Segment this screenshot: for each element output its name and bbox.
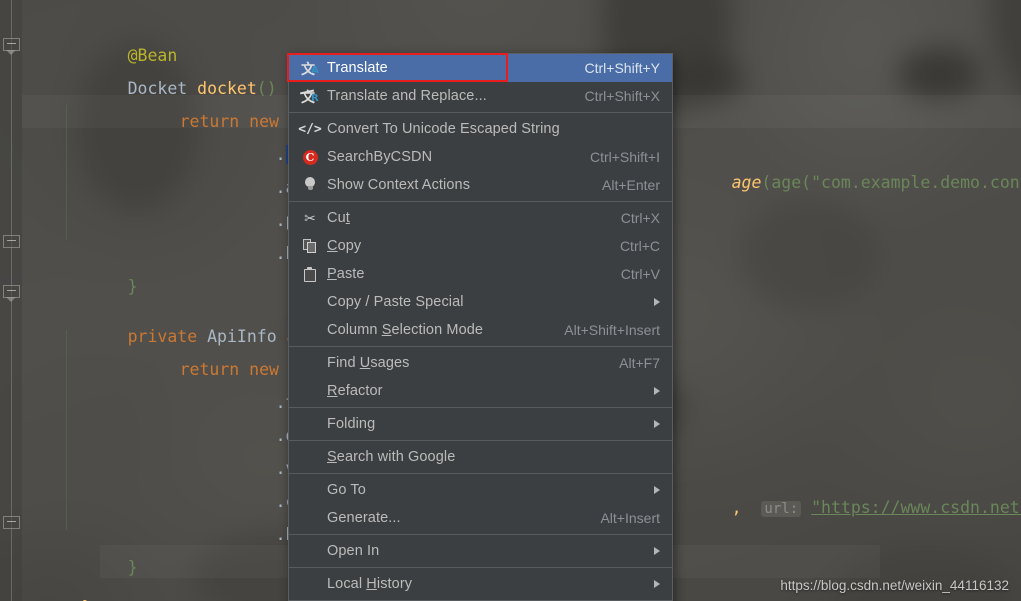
chevron-right-icon xyxy=(654,420,660,428)
menu-item-no-icon xyxy=(299,542,321,560)
menu-item-label: Generate... xyxy=(327,510,401,526)
fold-marker-collapse-2[interactable] xyxy=(3,285,20,302)
menu-item-label: Convert To Unicode Escaped String xyxy=(327,121,560,137)
menu-item-label: Search with Google xyxy=(327,449,456,465)
menu-item-find-usages[interactable]: Find Usages Alt+F7 xyxy=(289,349,672,377)
parameter-hint-url: url: xyxy=(761,501,802,517)
menu-item-shortcut: Ctrl+X xyxy=(620,210,660,226)
paste-icon xyxy=(299,265,321,283)
menu-item-translate[interactable]: 文 A Translate Ctrl+Shift+Y xyxy=(289,54,672,82)
code-url-fragment: , url: "https://www.csdn.net", xyxy=(732,498,1021,517)
menu-item-label: Refactor xyxy=(327,383,383,399)
menu-separator xyxy=(289,407,672,408)
menu-item-shortcut: Alt+Shift+Insert xyxy=(564,322,660,338)
menu-item-label: Column Selection Mode xyxy=(327,322,484,338)
menu-item-no-icon xyxy=(299,321,321,339)
menu-item-search-with-google[interactable]: Search with Google xyxy=(289,443,672,471)
menu-item-label: Find Usages xyxy=(327,355,410,371)
menu-item-shortcut: Alt+F7 xyxy=(619,355,660,371)
code-url-string: "https://www.csdn.net" xyxy=(811,498,1021,517)
menu-separator xyxy=(289,201,672,202)
menu-item-no-icon xyxy=(299,575,321,593)
menu-item-show-context-actions[interactable]: Show Context Actions Alt+Enter xyxy=(289,171,672,199)
chevron-right-icon xyxy=(654,547,660,555)
menu-item-local-history[interactable]: Local History xyxy=(289,570,672,598)
chevron-right-icon xyxy=(654,387,660,395)
menu-item-label: Copy / Paste Special xyxy=(327,294,464,310)
lightbulb-icon xyxy=(299,176,321,194)
menu-item-copy[interactable]: Copy Ctrl+C xyxy=(289,232,672,260)
menu-item-no-icon xyxy=(299,293,321,311)
menu-item-label: Copy xyxy=(327,238,362,254)
editor-context-menu[interactable]: 文 A Translate Ctrl+Shift+Y 文 R Translate and R… xyxy=(288,53,673,601)
menu-item-label: SearchByCSDN xyxy=(327,149,433,165)
menu-item-go-to[interactable]: Go To xyxy=(289,476,672,504)
translate-replace-icon: 文R xyxy=(299,89,319,106)
chevron-right-icon xyxy=(654,580,660,588)
menu-separator xyxy=(289,346,672,347)
menu-separator xyxy=(289,473,672,474)
menu-separator xyxy=(289,567,672,568)
menu-item-label: Show Context Actions xyxy=(327,177,471,193)
menu-separator xyxy=(289,440,672,441)
menu-item-folding[interactable]: Folding xyxy=(289,410,672,438)
menu-item-copy-paste-special[interactable]: Copy / Paste Special xyxy=(289,288,672,316)
menu-item-label: Translate xyxy=(327,60,388,76)
menu-item-no-icon xyxy=(299,382,321,400)
menu-item-label: Translate and Replace... xyxy=(327,88,487,104)
menu-item-convert-to-unicode-escaped-string[interactable]: </> Convert To Unicode Escaped String xyxy=(289,115,672,143)
menu-item-label: Local History xyxy=(327,576,413,592)
fold-marker-end-2[interactable] xyxy=(3,516,20,533)
chevron-right-icon xyxy=(654,298,660,306)
menu-item-paste[interactable]: Paste Ctrl+V xyxy=(289,260,672,288)
menu-item-translate-and-replace[interactable]: 文 R Translate and Replace... Ctrl+Shift+X xyxy=(289,82,672,110)
menu-separator xyxy=(289,112,672,113)
editor-gutter[interactable] xyxy=(0,0,22,601)
menu-item-label: Go To xyxy=(327,482,366,498)
menu-item-shortcut: Alt+Enter xyxy=(602,177,660,193)
watermark: https://blog.csdn.net/weixin_44116132 xyxy=(780,578,1009,593)
menu-item-shortcut: Ctrl+Shift+Y xyxy=(584,60,660,76)
copy-icon xyxy=(299,237,321,255)
menu-item-no-icon xyxy=(299,354,321,372)
menu-item-column-selection-mode[interactable]: Column Selection Mode Alt+Shift+Insert xyxy=(289,316,672,344)
menu-item-searchbycsdn[interactable]: C SearchByCSDN Ctrl+Shift+I xyxy=(289,143,672,171)
menu-item-shortcut: Ctrl+Shift+X xyxy=(584,88,660,104)
fold-marker-end[interactable] xyxy=(3,235,20,252)
menu-item-no-icon xyxy=(299,481,321,499)
menu-item-shortcut: Ctrl+V xyxy=(620,266,660,282)
menu-item-shortcut: Alt+Insert xyxy=(600,510,660,526)
menu-item-shortcut: Ctrl+C xyxy=(619,238,660,254)
menu-item-no-icon xyxy=(299,448,321,466)
code-tags-icon: </> xyxy=(298,121,322,137)
csdn-icon: C xyxy=(299,148,321,166)
menu-item-no-icon xyxy=(299,415,321,433)
translate-icon: 文A xyxy=(301,62,319,78)
code-package-fragment: age(age("com.example.demo.controller") xyxy=(731,173,1021,192)
menu-item-cut[interactable]: ✂ Cut Ctrl+X xyxy=(289,204,672,232)
menu-item-label: Folding xyxy=(327,416,376,432)
scissors-icon: ✂ xyxy=(304,209,316,226)
menu-item-open-in[interactable]: Open In xyxy=(289,537,672,565)
menu-item-label: Cut xyxy=(327,210,350,226)
menu-separator xyxy=(289,534,672,535)
menu-item-refactor[interactable]: Refactor xyxy=(289,377,672,405)
fold-marker-collapse[interactable] xyxy=(3,38,20,55)
menu-item-label: Paste xyxy=(327,266,365,282)
menu-item-shortcut: Ctrl+Shift+I xyxy=(589,149,660,165)
menu-item-no-icon xyxy=(299,509,321,527)
chevron-right-icon xyxy=(654,486,660,494)
menu-item-generate[interactable]: Generate... Alt+Insert xyxy=(289,504,672,532)
menu-item-label: Open In xyxy=(327,543,380,559)
